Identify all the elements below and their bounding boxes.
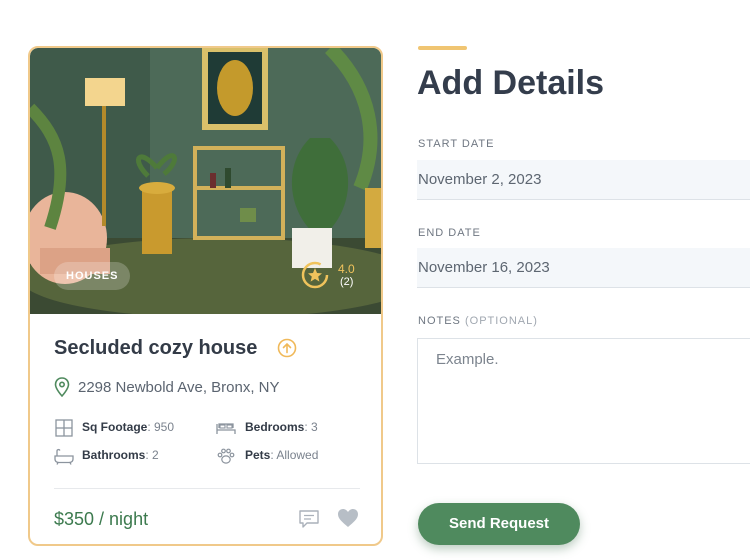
start-date-label: START DATE (418, 138, 495, 150)
heart-icon[interactable] (337, 508, 359, 528)
feature-sq-footage: Sq Footage: 950 (82, 420, 175, 434)
feature-pets: Pets: Allowed (245, 448, 319, 462)
listing-photo[interactable]: HOUSES 4.0 (2) (30, 48, 381, 314)
star-rating-icon (301, 261, 329, 289)
start-date-field[interactable]: November 2, 2023 (417, 160, 750, 200)
form-heading: Add Details (417, 64, 605, 102)
chat-icon[interactable] (298, 509, 320, 529)
send-request-button[interactable]: Send Request (418, 503, 580, 545)
listing-title[interactable]: Secluded cozy house (54, 337, 257, 360)
category-badge: HOUSES (54, 262, 131, 290)
bathtub-icon (54, 448, 74, 465)
rating-score: 4.0 (338, 262, 355, 276)
feature-bedrooms: Bedrooms: 3 (245, 420, 318, 434)
end-date-field[interactable]: November 16, 2023 (417, 248, 750, 288)
notes-textarea[interactable]: Example. (417, 338, 750, 464)
listing-card[interactable]: HOUSES 4.0 (2) Secluded cozy house 2298 … (28, 46, 383, 546)
location-pin-icon (54, 377, 70, 397)
heading-accent-bar (418, 46, 467, 50)
optional-hint: (OPTIONAL) (464, 315, 538, 327)
notes-placeholder: Example. (436, 351, 499, 368)
feature-bathrooms: Bathrooms: 2 (82, 448, 159, 462)
paw-icon (217, 448, 235, 464)
arrow-up-circle-icon[interactable] (277, 338, 297, 358)
notes-label: NOTES (OPTIONAL) (418, 315, 538, 327)
rating-count: (2) (340, 276, 354, 288)
end-date-label: END DATE (418, 227, 481, 239)
card-divider (54, 488, 360, 489)
bed-icon (216, 423, 236, 434)
listing-price: $350 / night (54, 509, 149, 529)
rating: 4.0 (2) (300, 258, 380, 294)
listing-address: 2298 Newbold Ave, Bronx, NY (78, 379, 280, 396)
floorplan-icon (55, 419, 73, 437)
